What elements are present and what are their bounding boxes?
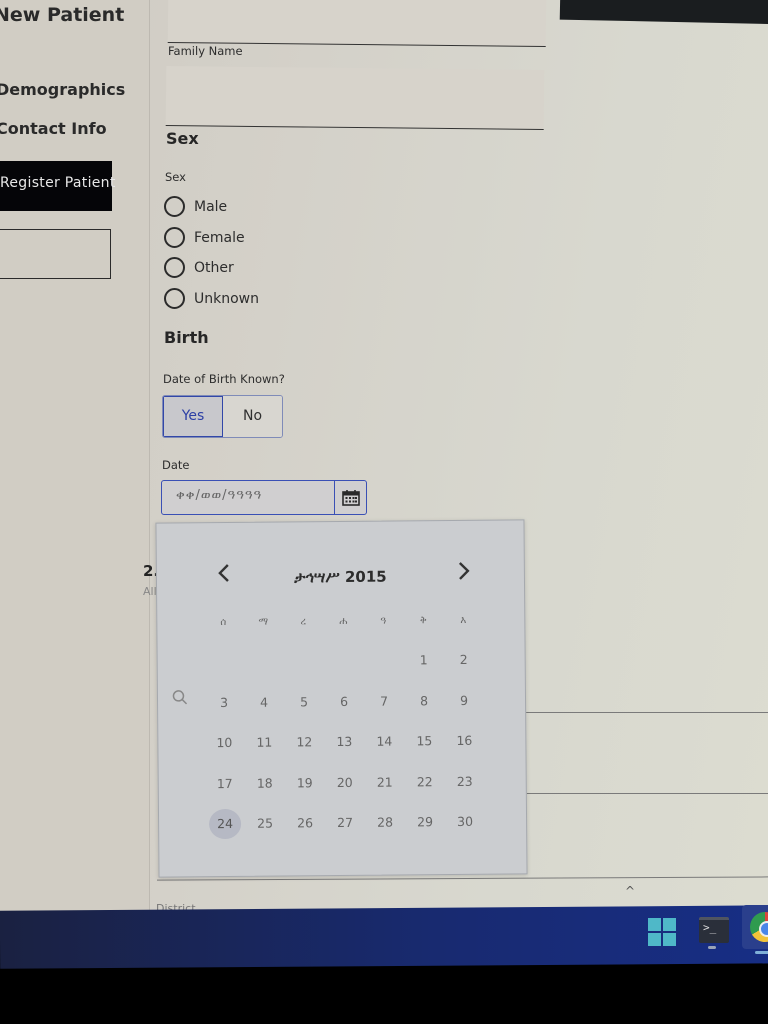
calendar-day[interactable]: 26 [289, 808, 321, 838]
calendar-day[interactable]: 14 [368, 726, 400, 756]
radio-male[interactable]: Male [164, 196, 227, 217]
calendar-day[interactable]: 20 [329, 767, 361, 797]
radio-label: Unknown [194, 290, 259, 307]
register-patient-button[interactable]: Register Patient [0, 161, 115, 211]
weekday-header: እ [460, 614, 467, 626]
birth-section-heading: Birth [164, 328, 209, 347]
calendar-blank [244, 647, 284, 688]
radio-other[interactable]: Other [164, 257, 234, 278]
dob-known-no-button[interactable]: No [223, 396, 282, 437]
calendar-day[interactable]: 7 [368, 686, 400, 716]
search-icon [172, 689, 188, 709]
calendar-day[interactable]: 16 [448, 726, 480, 756]
calendar-day[interactable]: 25 [249, 809, 281, 839]
dob-known-label: Date of Birth Known? [163, 372, 285, 386]
calendar-day[interactable]: 29 [409, 807, 441, 837]
calendar-weekdays: ሰማረሐዓቅእ [203, 615, 483, 628]
field-underline [157, 876, 768, 881]
calendar-day[interactable]: 27 [329, 808, 361, 838]
weekday-header: ረ [300, 616, 307, 628]
sex-label: Sex [165, 170, 186, 184]
chevron-right-icon[interactable] [457, 561, 471, 587]
calendar-popup: ታኅሣሥ 2015 ሰማረሐዓቅእ 1 2 3 4 5 6 7 8 9 10 11 12 13 14 15 1… [155, 519, 528, 878]
page-title: New Patient [0, 4, 125, 26]
given-name-input[interactable] [167, 0, 547, 47]
calendar-day[interactable]: 22 [409, 767, 441, 797]
calendar-day[interactable]: 10 [208, 728, 240, 758]
calendar-day[interactable]: 28 [369, 807, 401, 837]
weekday-header: ሰ [220, 617, 227, 629]
weekday-header: ዓ [380, 615, 387, 627]
calendar-day[interactable]: 5 [288, 687, 320, 717]
open-calendar-button[interactable] [334, 481, 366, 514]
weekday-header: ቅ [419, 615, 427, 627]
field-underline [520, 793, 768, 794]
caret-up-icon[interactable]: ^ [625, 884, 635, 898]
calendar-blank [204, 647, 244, 688]
calendar-day[interactable]: 30 [449, 807, 481, 837]
calendar-day[interactable]: 11 [248, 728, 280, 758]
calendar-day[interactable]: 2 [448, 645, 480, 675]
sidebar-item-contact-info[interactable]: Contact Info [0, 119, 107, 138]
calendar-day[interactable]: 19 [289, 768, 321, 798]
date-placeholder[interactable]: ቀቀ/ወወ/ዓዓዓዓ [162, 481, 334, 514]
calendar-days-grid: 1 2 3 4 5 6 7 8 9 10 11 12 13 14 15 16 17 18 19 20 21 22 23 24 2… [204, 645, 486, 850]
calendar-day[interactable]: 18 [249, 768, 281, 798]
calendar-day[interactable]: 15 [408, 726, 440, 756]
weekday-header: ማ [258, 616, 269, 628]
running-indicator [755, 951, 768, 954]
date-label: Date [162, 458, 190, 472]
window-edge [559, 0, 768, 25]
radio-label: Male [194, 198, 228, 215]
weekday-header: ሐ [339, 615, 348, 628]
calendar-day[interactable]: 23 [449, 766, 481, 796]
radio-label: Female [194, 229, 245, 246]
calendar-day[interactable]: 8 [408, 686, 440, 716]
date-input[interactable]: ቀቀ/ወወ/ዓዓዓዓ [161, 480, 367, 515]
radio-label: Other [194, 259, 234, 276]
sidebar-item-demographics[interactable]: Demographics [0, 80, 125, 99]
calendar-blank [284, 646, 324, 687]
calendar-day[interactable]: 9 [448, 685, 480, 715]
calendar-blank [324, 646, 364, 687]
radio-female[interactable]: Female [164, 227, 245, 248]
calendar-day-today[interactable]: 24 [208, 808, 242, 840]
radio-unknown[interactable]: Unknown [164, 288, 259, 309]
calendar-day[interactable]: 13 [328, 727, 360, 757]
radio-circle[interactable] [164, 196, 185, 217]
calendar-day[interactable]: 3 [208, 687, 240, 717]
radio-circle[interactable] [164, 227, 185, 248]
dob-known-toggle: Yes No [162, 395, 283, 438]
calendar-day[interactable]: 12 [288, 727, 320, 757]
sex-section-heading: Sex [166, 129, 199, 148]
running-indicator [708, 946, 716, 949]
field-underline [520, 712, 768, 713]
radio-circle[interactable] [164, 257, 185, 278]
section-hint: All [143, 585, 157, 598]
calendar-day[interactable]: 21 [369, 767, 401, 797]
calendar-blank [364, 645, 404, 686]
calendar-day[interactable]: 4 [248, 687, 280, 717]
calendar-day[interactable]: 1 [408, 645, 440, 675]
calendar-day[interactable]: 6 [328, 686, 360, 716]
terminal-icon[interactable]: >_ [699, 917, 729, 943]
calendar-icon [341, 489, 360, 506]
family-name-label: Family Name [168, 44, 243, 58]
dob-known-yes-button[interactable]: Yes [163, 396, 223, 437]
start-icon[interactable] [648, 918, 676, 946]
radio-circle[interactable] [164, 288, 185, 309]
family-name-input[interactable] [165, 66, 545, 130]
sidebar: New Patient Demographics Contact Info Re… [0, 0, 150, 912]
calendar-day[interactable]: 17 [209, 768, 241, 798]
screen: New Patient Demographics Contact Info Re… [0, 0, 768, 912]
cancel-button[interactable] [0, 229, 111, 279]
